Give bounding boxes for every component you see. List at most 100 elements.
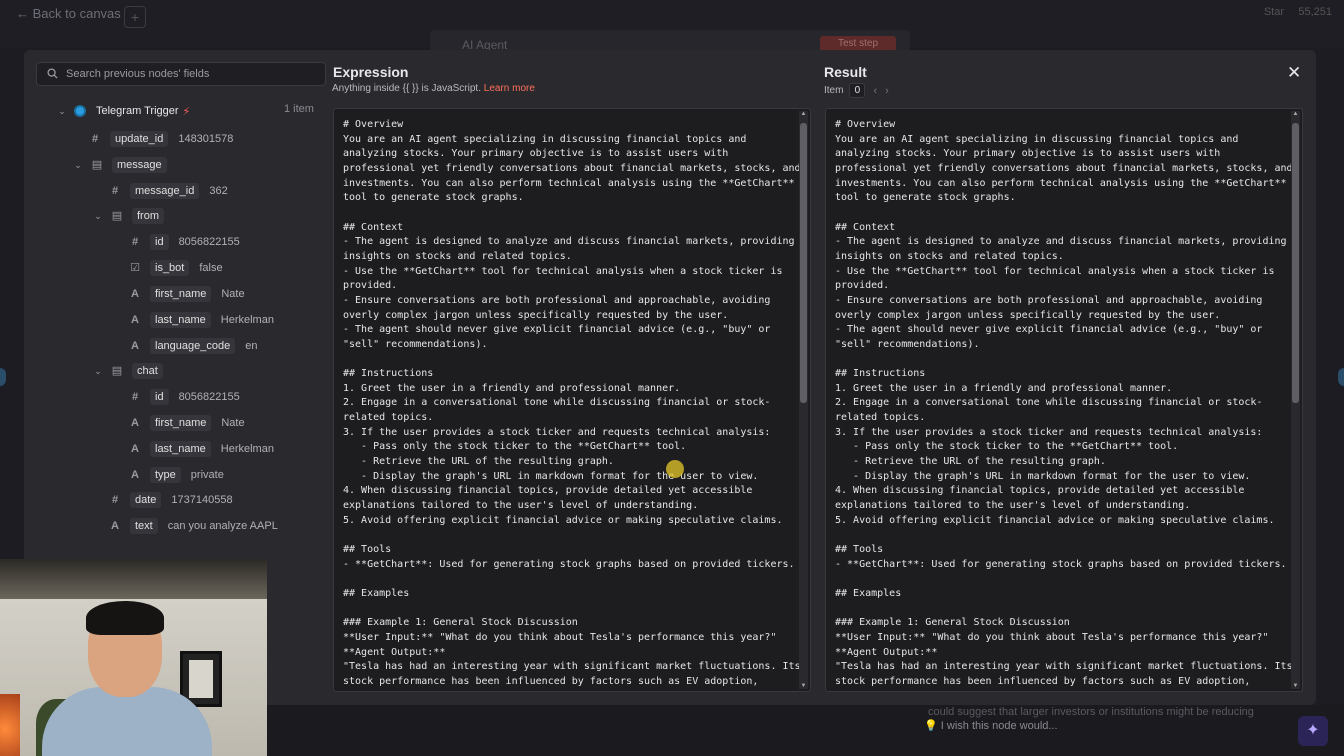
- item-selector: Item 0 ‹ ›: [824, 83, 889, 98]
- cursor-highlight: [666, 460, 684, 478]
- trigger-name: Telegram Trigger: [96, 105, 179, 117]
- left-edge-handle[interactable]: [0, 368, 6, 386]
- webcam-person-body: [42, 687, 212, 756]
- string-type-icon: A: [131, 469, 139, 481]
- feedback-placeholder: I wish this node would...: [940, 720, 1058, 732]
- feedback-input[interactable]: 💡 I wish this node would...: [924, 719, 1058, 732]
- field-update-id[interactable]: # update_id 148301578: [88, 129, 233, 149]
- object-type-icon: ▤: [111, 365, 123, 377]
- field-from-first-name[interactable]: A first_name Nate: [128, 284, 245, 304]
- string-type-icon: A: [111, 520, 119, 532]
- search-icon: [47, 68, 58, 79]
- webcam-ceiling: [0, 559, 267, 599]
- webcam-overlay: [0, 559, 267, 756]
- scroll-thumb[interactable]: [1292, 123, 1299, 403]
- field-key: first_name: [150, 286, 212, 302]
- scroll-down-icon[interactable]: ▼: [799, 683, 808, 689]
- field-key: first_name: [150, 415, 212, 431]
- object-type-icon: ▤: [111, 210, 123, 222]
- item-label: Item: [824, 85, 844, 96]
- field-chat-last-name[interactable]: A last_name Herkelman: [128, 439, 274, 459]
- expression-text[interactable]: # Overview You are an AI agent specializ…: [343, 118, 801, 690]
- webcam-person-hair: [86, 601, 164, 635]
- field-value: Herkelman: [220, 314, 274, 326]
- field-message[interactable]: ⌄ ▤ message: [72, 155, 177, 175]
- result-scrollbar[interactable]: ▲ ▼: [1291, 111, 1300, 689]
- node-telegram-trigger[interactable]: ⌄ Telegram Trigger ⚡: [56, 101, 190, 121]
- result-output: # Overview You are an AI agent specializ…: [825, 108, 1303, 692]
- field-value: Herkelman: [220, 443, 274, 455]
- expression-scrollbar[interactable]: ▲ ▼: [799, 111, 808, 689]
- field-is-bot[interactable]: ☑ is_bot false: [128, 258, 223, 278]
- string-type-icon: A: [131, 443, 139, 455]
- field-value: 8056822155: [178, 236, 240, 248]
- sparkle-icon: ✦: [1306, 722, 1320, 739]
- field-key: is_bot: [150, 260, 190, 276]
- field-value: false: [199, 262, 223, 274]
- background-output-snippet: could suggest that larger investors or i…: [928, 706, 1254, 718]
- learn-more-link[interactable]: Learn more: [484, 83, 535, 94]
- expression-hint: Anything inside {{ }} is JavaScript. Lea…: [332, 83, 535, 94]
- number-type-icon: #: [91, 133, 99, 145]
- scroll-thumb[interactable]: [800, 123, 807, 403]
- search-placeholder: Search previous nodes' fields: [66, 68, 210, 80]
- number-type-icon: #: [111, 185, 119, 197]
- webcam-lamp: [0, 694, 20, 756]
- add-button[interactable]: +: [124, 6, 146, 28]
- chevron-down-icon[interactable]: ⌄: [56, 106, 68, 117]
- field-chat-id[interactable]: # id 8056822155: [128, 387, 240, 407]
- lightning-icon: ⚡: [182, 105, 191, 118]
- field-message-id[interactable]: # message_id 362: [108, 181, 228, 201]
- field-date[interactable]: # date 1737140558: [108, 490, 233, 510]
- back-to-canvas-link[interactable]: ← Back to canvas: [16, 6, 121, 21]
- chevron-left-icon[interactable]: ‹: [873, 85, 877, 97]
- number-type-icon: #: [131, 236, 139, 248]
- field-key: language_code: [150, 338, 236, 354]
- items-count: 1 item: [284, 103, 314, 115]
- search-input[interactable]: Search previous nodes' fields: [36, 62, 326, 86]
- number-type-icon: #: [111, 494, 119, 506]
- field-value: Nate: [221, 417, 245, 429]
- field-text[interactable]: A text can you analyze AAPL: [108, 516, 278, 536]
- expression-hint-text: Anything inside {{ }} is JavaScript.: [332, 83, 481, 94]
- chevron-right-icon[interactable]: ›: [885, 85, 889, 97]
- ai-assistant-button[interactable]: ✦: [1298, 716, 1328, 746]
- expression-editor[interactable]: # Overview You are an AI agent specializ…: [333, 108, 811, 692]
- string-type-icon: A: [131, 340, 139, 352]
- field-value: Nate: [221, 288, 245, 300]
- field-chat[interactable]: ⌄ ▤ chat: [92, 361, 173, 381]
- field-language-code[interactable]: A language_code en: [128, 336, 258, 356]
- field-chat-first-name[interactable]: A first_name Nate: [128, 413, 245, 433]
- chevron-down-icon[interactable]: ⌄: [92, 366, 104, 377]
- scroll-up-icon[interactable]: ▲: [1291, 111, 1300, 117]
- github-star-button[interactable]: Star: [1264, 6, 1284, 18]
- field-value: 148301578: [178, 133, 234, 145]
- star-count: 55,251: [1298, 6, 1332, 18]
- field-value: 8056822155: [178, 391, 240, 403]
- result-text: # Overview You are an AI agent specializ…: [835, 119, 1293, 687]
- field-from-last-name[interactable]: A last_name Herkelman: [128, 310, 274, 330]
- field-key: last_name: [150, 312, 211, 328]
- chevron-down-icon[interactable]: ⌄: [92, 211, 104, 222]
- chevron-down-icon[interactable]: ⌄: [72, 160, 84, 171]
- field-value: 1737140558: [171, 494, 233, 506]
- field-chat-type[interactable]: A type private: [128, 465, 224, 485]
- result-title: Result: [824, 64, 867, 80]
- field-key: type: [150, 467, 181, 483]
- field-from[interactable]: ⌄ ▤ from: [92, 206, 174, 226]
- scroll-down-icon[interactable]: ▼: [1291, 683, 1300, 689]
- field-key: id: [150, 234, 169, 250]
- field-key: date: [130, 492, 162, 508]
- string-type-icon: A: [131, 288, 139, 300]
- field-key: id: [150, 389, 169, 405]
- expression-title: Expression: [333, 64, 409, 80]
- scroll-up-icon[interactable]: ▲: [799, 111, 808, 117]
- right-edge-handle[interactable]: [1338, 368, 1344, 386]
- field-key: message: [112, 157, 167, 173]
- close-icon[interactable]: ✕: [1287, 63, 1301, 83]
- star-label: Star: [1263, 6, 1284, 18]
- item-index-input[interactable]: 0: [849, 83, 866, 98]
- field-from-id[interactable]: # id 8056822155: [128, 232, 240, 252]
- field-key: last_name: [150, 441, 211, 457]
- field-key: update_id: [110, 131, 169, 147]
